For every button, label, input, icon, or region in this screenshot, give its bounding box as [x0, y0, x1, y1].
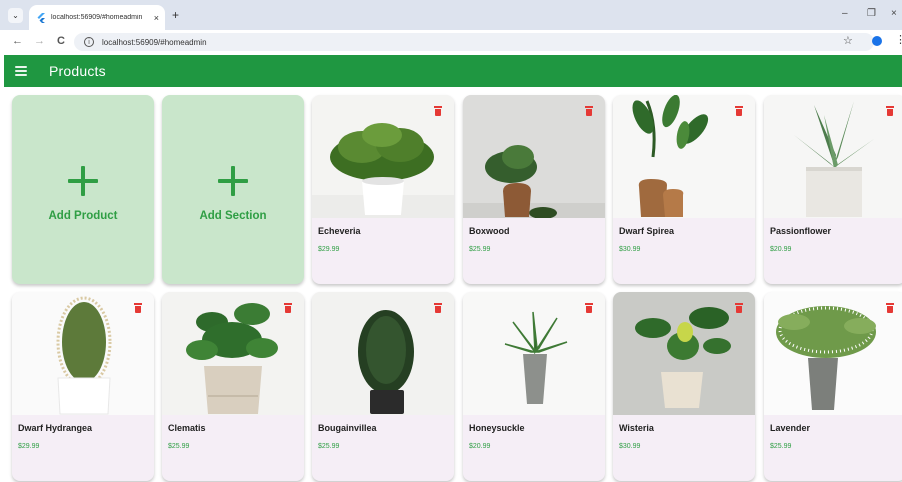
chevron-down-icon: ⌄	[12, 11, 19, 20]
product-image	[162, 292, 304, 415]
plus-icon	[68, 165, 98, 196]
product-card[interactable]: Clematis $25.99	[162, 292, 304, 481]
tab-search-button[interactable]: ⌄	[8, 8, 23, 23]
product-image	[312, 95, 454, 218]
product-image	[764, 292, 902, 415]
profile-avatar[interactable]	[872, 36, 882, 46]
product-price: $20.99	[469, 443, 491, 450]
delete-icon[interactable]	[585, 303, 593, 313]
product-price: $25.99	[318, 443, 340, 450]
product-name: Passionflower	[770, 226, 832, 236]
product-name: Echeveria	[318, 226, 361, 236]
product-name: Clematis	[168, 423, 206, 433]
product-price: $29.99	[318, 246, 340, 253]
window-close-button[interactable]: ×	[891, 8, 897, 19]
new-tab-button[interactable]: +	[172, 8, 179, 22]
product-name: Dwarf Hydrangea	[18, 423, 93, 433]
product-image	[12, 292, 154, 415]
page-title: Products	[49, 63, 106, 79]
product-card[interactable]: Wisteria $30.99	[613, 292, 755, 481]
window-minimize-button[interactable]: –	[842, 8, 848, 19]
product-price: $25.99	[168, 443, 190, 450]
add-section-label: Add Section	[199, 209, 267, 222]
product-price: $20.99	[770, 246, 792, 253]
product-image	[463, 95, 605, 218]
product-image	[764, 95, 902, 218]
delete-icon[interactable]	[284, 303, 292, 313]
delete-icon[interactable]	[735, 303, 743, 313]
delete-icon[interactable]	[585, 106, 593, 116]
product-image	[613, 95, 755, 218]
product-price: $25.99	[770, 443, 792, 450]
product-name: Dwarf Spirea	[619, 226, 675, 236]
product-name: Wisteria	[619, 423, 654, 433]
add-product-card[interactable]: Add Product	[12, 95, 154, 284]
url-input[interactable]: i localhost:56909/#homeadmin	[74, 33, 874, 51]
menu-icon[interactable]	[15, 66, 27, 76]
browser-address-bar: ← → C i localhost:56909/#homeadmin	[0, 30, 902, 54]
product-image	[613, 292, 755, 415]
delete-icon[interactable]	[434, 303, 442, 313]
product-card[interactable]: Dwarf Hydrangea $29.99	[12, 292, 154, 481]
product-card[interactable]: Boxwood $25.99	[463, 95, 605, 284]
site-info-icon[interactable]: i	[84, 37, 94, 47]
url-text: localhost:56909/#homeadmin	[102, 37, 207, 47]
product-name: Boxwood	[469, 226, 510, 236]
product-price: $30.99	[619, 246, 641, 253]
product-card[interactable]: Honeysuckle $20.99	[463, 292, 605, 481]
forward-button[interactable]: →	[34, 35, 45, 47]
product-card[interactable]: Lavender $25.99	[764, 292, 902, 481]
browser-tab-bar: ⌄ localhost:56909/#homeadmin × + – ❐ ×	[0, 0, 902, 30]
product-name: Lavender	[770, 423, 811, 433]
product-image	[312, 292, 454, 415]
product-card[interactable]: Bougainvillea $25.99	[312, 292, 454, 481]
product-name: Bougainvillea	[318, 423, 377, 433]
product-price: $25.99	[469, 246, 491, 253]
delete-icon[interactable]	[886, 303, 894, 313]
product-card[interactable]: Passionflower $20.99	[764, 95, 902, 284]
delete-icon[interactable]	[886, 106, 894, 116]
flutter-favicon-icon	[35, 12, 45, 23]
product-name: Honeysuckle	[469, 423, 525, 433]
add-product-label: Add Product	[48, 209, 118, 222]
plus-icon	[218, 165, 248, 196]
product-card[interactable]: Dwarf Spirea $30.99	[613, 95, 755, 284]
back-button[interactable]: ←	[12, 35, 23, 47]
product-price: $30.99	[619, 443, 641, 450]
delete-icon[interactable]	[134, 303, 142, 313]
product-card[interactable]: Echeveria $29.99	[312, 95, 454, 284]
reload-button[interactable]: C	[57, 35, 65, 47]
delete-icon[interactable]	[735, 106, 743, 116]
add-section-card[interactable]: Add Section	[162, 95, 304, 284]
bookmark-star-icon[interactable]: ☆	[843, 34, 853, 47]
browser-tab[interactable]: localhost:56909/#homeadmin ×	[29, 5, 165, 30]
browser-menu-icon[interactable]: ⋮	[895, 33, 902, 46]
window-restore-button[interactable]: ❐	[867, 8, 876, 19]
app-bar: Products	[4, 55, 902, 87]
product-image	[463, 292, 605, 415]
delete-icon[interactable]	[434, 106, 442, 116]
tab-close-icon[interactable]: ×	[154, 13, 159, 23]
tab-title: localhost:56909/#homeadmin	[51, 14, 143, 21]
product-price: $29.99	[18, 443, 40, 450]
